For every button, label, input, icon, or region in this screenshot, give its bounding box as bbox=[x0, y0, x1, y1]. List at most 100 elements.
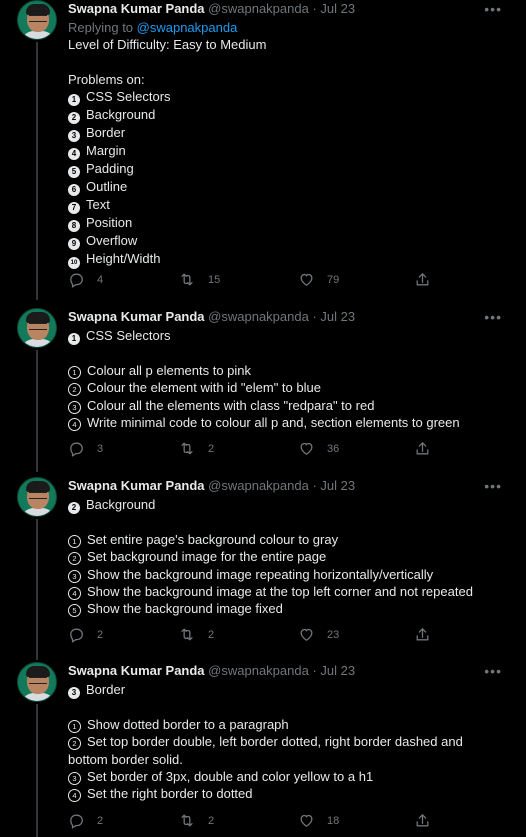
list-item: 2 Set background image for the entire pag… bbox=[68, 548, 508, 566]
share-button[interactable] bbox=[414, 812, 431, 829]
retweet-count: 15 bbox=[208, 273, 221, 286]
more-icon[interactable]: ••• bbox=[484, 310, 502, 324]
share-icon bbox=[414, 812, 431, 829]
more-icon[interactable]: ••• bbox=[484, 664, 502, 678]
tweet-body: Replying to @swapnakpanda Level of Diffi… bbox=[68, 19, 508, 269]
tweet[interactable]: Swapna Kumar Panda @swapnakpanda · Jul 2… bbox=[0, 662, 526, 837]
like-button[interactable]: 23 bbox=[298, 626, 339, 643]
tweet-date[interactable]: Jul 23 bbox=[320, 309, 355, 324]
retweet-button[interactable]: 2 bbox=[178, 440, 214, 457]
difficulty-text: Level of Difficulty: Easy to Medium bbox=[68, 37, 267, 53]
reply-icon bbox=[68, 812, 85, 829]
heart-icon bbox=[298, 626, 315, 643]
retweet-count: 2 bbox=[208, 628, 215, 641]
separator-dot: · bbox=[312, 663, 317, 678]
tweet-actions: 4 15 79 bbox=[68, 271, 468, 289]
reply-icon bbox=[68, 440, 85, 457]
avatar[interactable] bbox=[17, 477, 57, 517]
list-item: 5 Padding bbox=[68, 160, 508, 178]
avatar[interactable] bbox=[17, 0, 57, 40]
like-count: 18 bbox=[327, 814, 340, 827]
reply-icon bbox=[68, 271, 85, 288]
list-item: 1 CSS Selectors bbox=[68, 88, 508, 106]
reply-button[interactable]: 2 bbox=[68, 626, 103, 643]
reply-button[interactable]: 3 bbox=[68, 440, 103, 457]
author-name[interactable]: Swapna Kumar Panda bbox=[68, 663, 205, 678]
author-handle[interactable]: @swapnakpanda bbox=[208, 478, 309, 493]
heart-icon bbox=[298, 440, 315, 457]
list-item: 4 Write minimal code to colour all p and,… bbox=[68, 414, 508, 431]
list-item: 4 Show the background image at the top le… bbox=[68, 583, 508, 600]
list-item: 10 Height/Width bbox=[68, 250, 508, 269]
replying-to: Replying to @swapnakpanda bbox=[68, 20, 238, 35]
retweet-button[interactable]: 15 bbox=[178, 271, 220, 288]
tweet-body: 1 CSS Selectors 1 Colour all p elements to… bbox=[68, 327, 508, 431]
thread-line bbox=[36, 519, 38, 660]
reply-count: 2 bbox=[97, 814, 104, 827]
avatar[interactable] bbox=[17, 662, 57, 702]
retweet-count: 2 bbox=[208, 814, 215, 827]
more-icon[interactable]: ••• bbox=[484, 479, 502, 493]
section-title: 1 CSS Selectors bbox=[68, 327, 508, 345]
reply-count: 3 bbox=[97, 442, 104, 455]
tweet[interactable]: Swapna Kumar Panda @swapnakpanda · Jul 2… bbox=[0, 477, 526, 660]
like-button[interactable]: 36 bbox=[298, 440, 339, 457]
tweet-date[interactable]: Jul 23 bbox=[320, 1, 355, 16]
reply-button[interactable]: 2 bbox=[68, 812, 103, 829]
tweet-actions: 2 2 18 bbox=[68, 812, 468, 830]
section-title: 2 Background bbox=[68, 496, 508, 514]
tweet-actions: 3 2 36 bbox=[68, 440, 468, 458]
tweet-body: 3 Border 1 Show dotted border to a paragra… bbox=[68, 681, 488, 802]
like-button[interactable]: 18 bbox=[298, 812, 339, 829]
list-item: 3 Set border of 3px, double and color yel… bbox=[68, 768, 488, 785]
retweet-button[interactable]: 2 bbox=[178, 626, 214, 643]
like-button[interactable]: 79 bbox=[298, 271, 339, 288]
list-item: 1 Set entire page's background colour to … bbox=[68, 531, 508, 549]
reply-button[interactable]: 4 bbox=[68, 271, 103, 288]
reply-count: 2 bbox=[97, 628, 104, 641]
author-name[interactable]: Swapna Kumar Panda bbox=[68, 309, 205, 324]
share-icon bbox=[414, 271, 431, 288]
tweet-body: 2 Background 1 Set entire page's backgroun… bbox=[68, 496, 508, 617]
list-item: 2 Colour the element with id "elem" to bl… bbox=[68, 379, 508, 397]
mention-link[interactable]: @swapnakpanda bbox=[137, 20, 238, 35]
separator-dot: · bbox=[312, 1, 317, 16]
author-name[interactable]: Swapna Kumar Panda bbox=[68, 478, 205, 493]
retweet-icon bbox=[178, 626, 196, 643]
tweet-header: Swapna Kumar Panda @swapnakpanda · Jul 2… bbox=[68, 663, 355, 679]
retweet-icon bbox=[178, 440, 196, 457]
retweet-button[interactable]: 2 bbox=[178, 812, 214, 829]
reply-icon bbox=[68, 626, 85, 643]
share-button[interactable] bbox=[414, 440, 431, 457]
list-item: 9 Overflow bbox=[68, 232, 508, 250]
tweet-actions: 2 2 23 bbox=[68, 626, 468, 644]
list-item: 3 Border bbox=[68, 124, 508, 142]
share-button[interactable] bbox=[414, 626, 431, 643]
tweet-header: Swapna Kumar Panda @swapnakpanda · Jul 2… bbox=[68, 478, 355, 494]
list-item: 4 Set the right border to dotted bbox=[68, 785, 488, 802]
list-item: 3 Show the background image repeating hor… bbox=[68, 566, 508, 583]
list-item: 8 Position bbox=[68, 214, 508, 232]
problems-heading: Problems on: bbox=[68, 71, 145, 87]
tweet[interactable]: Swapna Kumar Panda @swapnakpanda · Jul 2… bbox=[0, 308, 526, 472]
tweet[interactable]: Swapna Kumar Panda @swapnakpanda · Jul 2… bbox=[0, 0, 526, 300]
list-item: 7 Text bbox=[68, 196, 508, 214]
more-icon[interactable]: ••• bbox=[484, 2, 502, 16]
author-name[interactable]: Swapna Kumar Panda bbox=[68, 1, 205, 16]
author-handle[interactable]: @swapnakpanda bbox=[208, 309, 309, 324]
tweet-date[interactable]: Jul 23 bbox=[320, 478, 355, 493]
list-item: 4 Margin bbox=[68, 142, 508, 160]
avatar[interactable] bbox=[17, 308, 57, 348]
separator-dot: · bbox=[312, 309, 317, 324]
tweet-header: Swapna Kumar Panda @swapnakpanda · Jul 2… bbox=[68, 309, 355, 325]
retweet-icon bbox=[178, 812, 196, 829]
list-item: 5 Show the background image fixed bbox=[68, 600, 508, 617]
list-item: 1 Show dotted border to a paragraph bbox=[68, 716, 488, 734]
author-handle[interactable]: @swapnakpanda bbox=[208, 663, 309, 678]
author-handle[interactable]: @swapnakpanda bbox=[208, 1, 309, 16]
share-button[interactable] bbox=[414, 271, 431, 288]
list-item: 2 Background bbox=[68, 106, 508, 124]
list-item: 1 Colour all p elements to pink bbox=[68, 362, 508, 380]
heart-icon bbox=[298, 271, 315, 288]
tweet-date[interactable]: Jul 23 bbox=[320, 663, 355, 678]
